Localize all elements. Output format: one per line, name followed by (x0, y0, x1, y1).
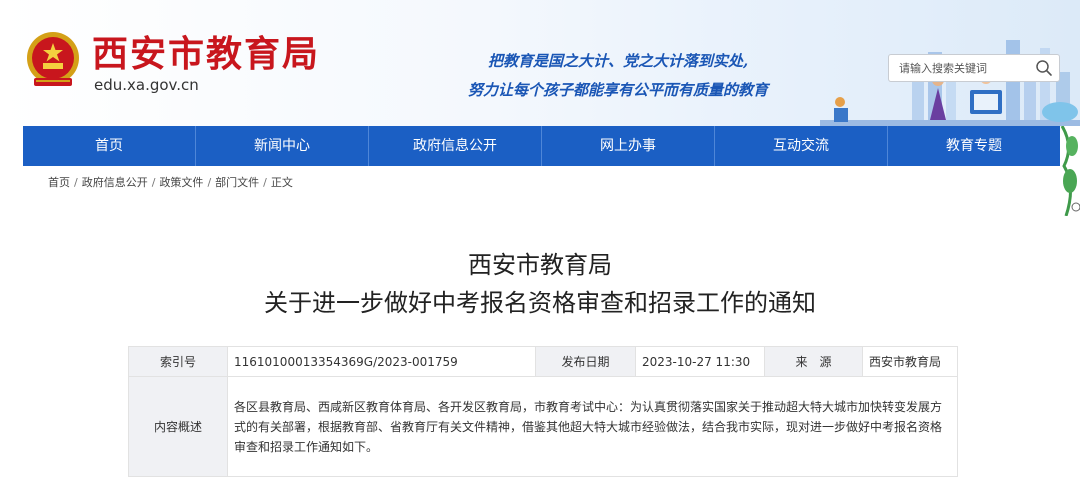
main-nav: 首页 新闻中心 政府信息公开 网上办事 互动交流 教育专题 (23, 126, 1060, 166)
slogan-line-1: 把教育是国之大计、党之大计落到实处, (488, 52, 749, 70)
table-row: 内容概述 各区县教育局、西咸新区教育体育局、各开发区教育局，市教育考试中心：为认… (128, 376, 958, 477)
article-title-line-2: 关于进一步做好中考报名资格审查和招录工作的通知 (264, 289, 816, 317)
nav-item-online-services[interactable]: 网上办事 (542, 126, 715, 166)
breadcrumb-current: 正文 (270, 176, 293, 189)
search-input[interactable] (889, 55, 1029, 81)
table-row: 索引号 11610100013354369G/2023-001759 发布日期 … (128, 346, 958, 377)
breadcrumb-home[interactable]: 首页 (48, 176, 70, 189)
slogan-line-2: 努力让每个孩子都能享有公平而有质量的教育 (468, 81, 769, 99)
search-box (888, 54, 1060, 82)
index-value: 11610100013354369G/2023-001759 (227, 346, 536, 377)
side-decoration (1060, 126, 1080, 216)
source-label: 来 源 (764, 346, 863, 377)
breadcrumb-gov-info[interactable]: 政府信息公开 (82, 176, 148, 189)
site-header: 西安市教育局 edu.xa.gov.cn 把教育是国之大计、党之大计落到实处, … (0, 0, 1080, 126)
nav-item-interaction[interactable]: 互动交流 (715, 126, 888, 166)
site-domain: edu.xa.gov.cn (94, 76, 199, 94)
breadcrumb-separator: / (74, 176, 78, 189)
nav-item-news[interactable]: 新闻中心 (196, 126, 369, 166)
index-label: 索引号 (128, 346, 228, 377)
nav-item-home[interactable]: 首页 (23, 126, 196, 166)
nav-item-education-topics[interactable]: 教育专题 (888, 126, 1060, 166)
document-meta-table: 索引号 11610100013354369G/2023-001759 发布日期 … (128, 346, 958, 477)
breadcrumb-dept-docs[interactable]: 部门文件 (215, 176, 259, 189)
article-title-line-1: 西安市教育局 (468, 251, 612, 279)
source-value: 西安市教育局 (862, 346, 958, 377)
search-icon[interactable] (1035, 59, 1053, 77)
summary-label: 内容概述 (128, 376, 228, 477)
breadcrumb-separator: / (151, 176, 156, 189)
national-emblem-icon (27, 32, 79, 86)
nav-item-gov-info[interactable]: 政府信息公开 (369, 126, 542, 166)
breadcrumb-separator: / (263, 176, 267, 189)
breadcrumb: 首页 / 政府信息公开 / 政策文件 / 部门文件 / 正文 (48, 175, 293, 191)
date-label: 发布日期 (535, 346, 636, 377)
site-title[interactable]: 西安市教育局 (92, 35, 320, 75)
breadcrumb-separator: / (207, 176, 212, 189)
summary-value: 各区县教育局、西咸新区教育体育局、各开发区教育局，市教育考试中心：为认真贯彻落实… (227, 376, 958, 477)
breadcrumb-policy-docs[interactable]: 政策文件 (159, 176, 203, 189)
date-value: 2023-10-27 11:30 (635, 346, 765, 377)
